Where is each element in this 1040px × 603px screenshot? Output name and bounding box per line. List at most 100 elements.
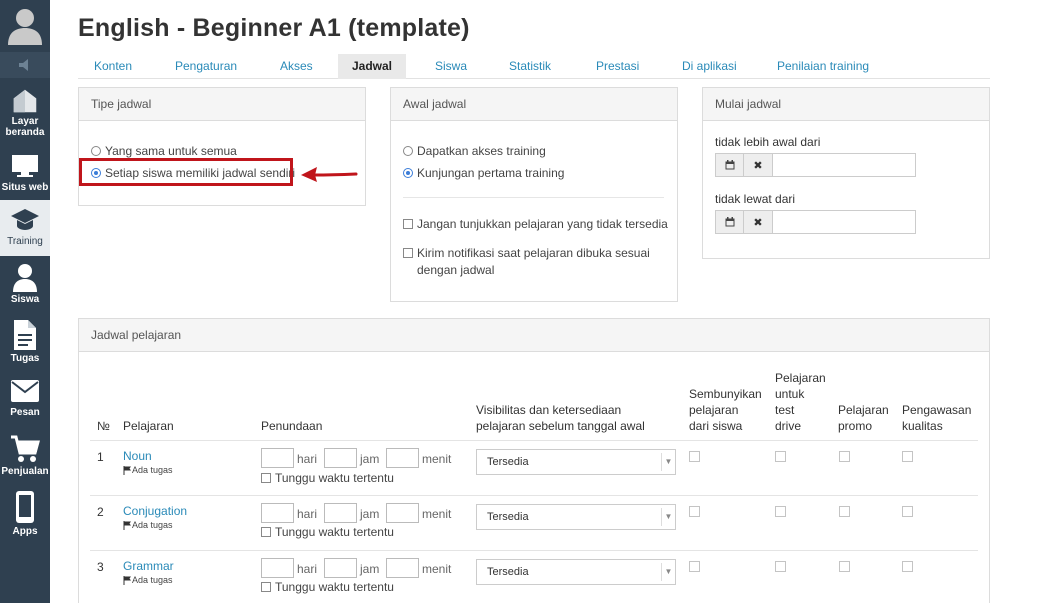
sidebar-item-sales[interactable]: Penjualan [0, 428, 50, 484]
lesson-link[interactable]: Noun [123, 449, 152, 463]
hide-unavailable-checkbox[interactable]: Jangan tunjukkan pelajaran yang tidak te… [403, 217, 668, 231]
clear-date-button[interactable]: ✖ [744, 210, 773, 234]
home-icon [13, 89, 37, 113]
panel-title: Tipe jadwal [79, 88, 365, 121]
speaker-icon [19, 59, 28, 71]
schedule-start-option-first-visit[interactable]: Kunjungan pertama training [403, 166, 564, 180]
tab-access[interactable]: Akses [266, 54, 327, 79]
test-drive-checkbox[interactable] [775, 451, 786, 462]
tab-settings[interactable]: Pengaturan [161, 54, 251, 79]
unit-label: menit [422, 562, 452, 576]
tab-statistics[interactable]: Statistik [495, 54, 565, 79]
header-line: untuk [775, 387, 805, 401]
schedule-start-option-access[interactable]: Dapatkan akses training [403, 144, 546, 158]
checkbox[interactable] [403, 219, 413, 229]
delay-minutes-input[interactable] [386, 558, 419, 578]
header-line: Pelajaran [838, 403, 889, 417]
sidebar-item-training[interactable]: Training [0, 200, 50, 256]
wait-specific-time-checkbox[interactable]: Tunggu waktu tertentu [261, 525, 394, 539]
delay-minutes-input[interactable] [386, 503, 419, 523]
lesson-tag: Ada tugas [123, 520, 173, 530]
not-later-date-input[interactable] [773, 210, 916, 234]
unit-label: jam [360, 562, 380, 576]
quality-checkbox[interactable] [902, 561, 913, 572]
select-value: Tersedia [487, 566, 529, 578]
promo-checkbox[interactable] [839, 506, 850, 517]
envelope-icon [11, 380, 39, 402]
tab-training-rating[interactable]: Penilaian training [763, 54, 883, 79]
checkbox[interactable] [403, 248, 413, 258]
radio-button-selected[interactable] [403, 168, 413, 178]
sidebar-item-label: Training [7, 236, 43, 247]
sidebar-item-home[interactable]: Layar beranda [0, 82, 50, 138]
cart-icon [11, 435, 40, 462]
promo-checkbox[interactable] [839, 561, 850, 572]
tab-content[interactable]: Konten [80, 54, 146, 79]
calendar-button[interactable] [715, 153, 744, 177]
delay-minutes-input[interactable] [386, 448, 419, 468]
option-label: Dapatkan akses training [417, 144, 546, 158]
delay-days-input[interactable] [261, 448, 294, 468]
checkbox[interactable] [261, 527, 271, 537]
clear-date-button[interactable]: ✖ [744, 153, 773, 177]
visibility-select[interactable]: Tersedia ▼ [476, 504, 676, 530]
quality-checkbox[interactable] [902, 451, 913, 462]
lesson-link[interactable]: Grammar [123, 559, 174, 573]
page-title: English - Beginner A1 (template) [78, 14, 470, 42]
tab-achievements[interactable]: Prestasi [582, 54, 653, 79]
notify-checkbox[interactable]: Kirim notifikasi saat pelajaran dibuka s… [403, 246, 650, 260]
sidebar: Layar beranda Situs web Training Siswa T… [0, 0, 50, 603]
lesson-link[interactable]: Conjugation [123, 504, 187, 518]
collapse-sidebar-button[interactable] [0, 52, 50, 78]
hide-lesson-checkbox[interactable] [689, 506, 700, 517]
test-drive-checkbox[interactable] [775, 506, 786, 517]
unit-label: menit [422, 452, 452, 466]
delay-days-input[interactable] [261, 503, 294, 523]
checkbox[interactable] [261, 582, 271, 592]
schedule-type-option-same[interactable]: Yang sama untuk semua [91, 144, 237, 158]
delay-days-input[interactable] [261, 558, 294, 578]
header-line: test [775, 403, 795, 417]
calendar-button[interactable] [715, 210, 744, 234]
sidebar-item-students[interactable]: Siswa [0, 256, 50, 312]
flag-icon [123, 520, 131, 530]
user-icon [13, 264, 37, 292]
radio-button[interactable] [403, 146, 413, 156]
delay-hours-input[interactable] [324, 448, 357, 468]
radio-button[interactable] [91, 146, 101, 156]
delay-hours-input[interactable] [324, 558, 357, 578]
checkbox[interactable] [261, 473, 271, 483]
hide-lesson-checkbox[interactable] [689, 561, 700, 572]
divider [403, 197, 664, 198]
visibility-select[interactable]: Tersedia ▼ [476, 559, 676, 585]
tab-schedule[interactable]: Jadwal [338, 54, 407, 79]
tab-in-app[interactable]: Di aplikasi [668, 54, 751, 79]
panel-title: Awal jadwal [391, 88, 677, 121]
sidebar-item-website[interactable]: Situs web [0, 146, 50, 202]
wait-specific-time-checkbox[interactable]: Tunggu waktu tertentu [261, 580, 394, 594]
avatar[interactable] [0, 0, 50, 50]
test-drive-checkbox[interactable] [775, 561, 786, 572]
wait-specific-time-checkbox[interactable]: Tunggu waktu tertentu [261, 471, 394, 485]
column-header-promo: Pelajaran promo [838, 402, 889, 434]
chevron-down-icon: ▼ [661, 453, 675, 471]
hide-lesson-checkbox[interactable] [689, 451, 700, 462]
not-later-date-group: ✖ [715, 210, 916, 234]
not-earlier-date-input[interactable] [773, 153, 916, 177]
calendar-icon [725, 160, 734, 170]
visibility-select[interactable]: Tersedia ▼ [476, 449, 676, 475]
quality-checkbox[interactable] [902, 506, 913, 517]
tag-label: Ada tugas [132, 465, 173, 475]
tab-students[interactable]: Siswa [421, 54, 481, 79]
tab-bar: Konten Pengaturan Akses Jadwal Siswa Sta… [78, 54, 990, 79]
promo-checkbox[interactable] [839, 451, 850, 462]
sidebar-item-tasks[interactable]: Tugas [0, 313, 50, 369]
sidebar-item-apps[interactable]: Apps [0, 484, 50, 540]
delay-hours-input[interactable] [324, 503, 357, 523]
sidebar-item-label: Situs web [1, 182, 49, 193]
not-earlier-label: tidak lebih awal dari [715, 135, 821, 149]
header-line: Sembunyikan [689, 387, 762, 401]
close-icon: ✖ [753, 159, 763, 172]
sidebar-item-messages[interactable]: Pesan [0, 371, 50, 427]
column-header-quality: Pengawasan kualitas [902, 402, 971, 434]
